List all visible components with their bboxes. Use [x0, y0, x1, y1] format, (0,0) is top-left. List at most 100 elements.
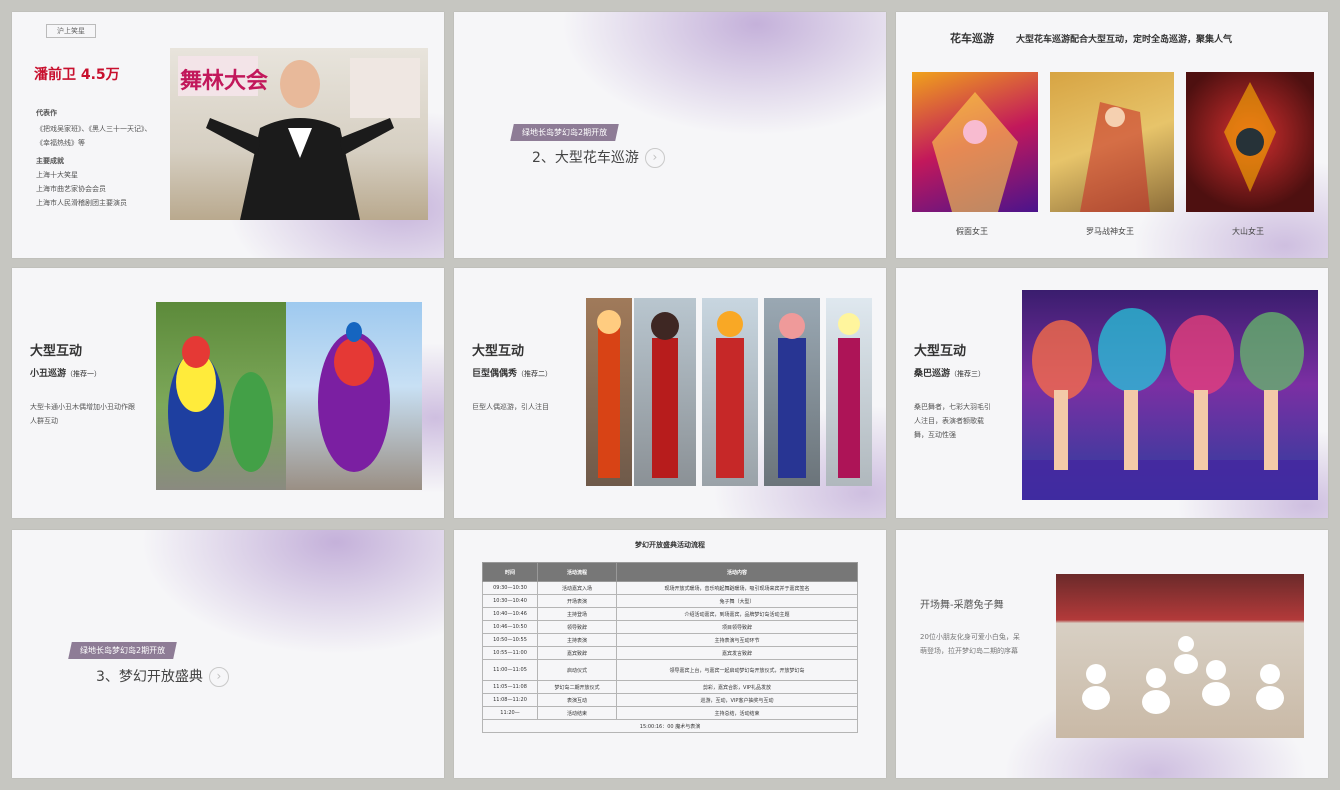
honor-item: 上海市人民滑稽剧团主要演员 [36, 199, 127, 207]
dance-title: 开场舞-采蘑兔子舞 [920, 600, 1004, 611]
works-heading: 代表作 [36, 109, 57, 117]
slide-2-section-float-parade[interactable]: 绿地长岛梦幻岛2期开放 2、大型花车巡游 › [454, 12, 886, 258]
interaction-heading: 大型互动 [914, 344, 967, 359]
process-cell: 活动结束 [537, 706, 617, 720]
column-header: 时间 [482, 562, 538, 582]
process-cell: 梦幻岛二期开放仪式 [537, 680, 617, 694]
chevron-right-icon[interactable]: › [208, 667, 229, 687]
table-row: 10:55—11:00 嘉宾致辞 嘉宾发言致辞 [482, 646, 858, 660]
float-caption: 假面女王 [956, 227, 988, 236]
slide-3-float-parade[interactable]: 花车巡游 大型花车巡游配合大型互动，定时全岛巡游，聚集人气 假面女王 罗马战神女… [896, 12, 1328, 258]
float-photo-masked-queen [912, 72, 1038, 212]
table-row: 10:46—10:50 领导致辞 项目领导致辞 [482, 620, 858, 634]
table-row: 10:30—10:40 开场表演 兔子舞（大型） [482, 594, 858, 608]
content-cell: 嘉宾发言致辞 [616, 646, 858, 660]
puppet-photo [826, 298, 872, 486]
interaction-sub: 巨型偶偶秀（推荐二） [472, 366, 552, 379]
puppet-photo [586, 298, 632, 486]
process-cell: 启动仪式 [537, 659, 617, 681]
works-text: 《把戏吴家班》、《黑人三十一天记》、《幸福热线》等 [36, 125, 152, 147]
recommend-tag: （推荐三） [950, 370, 986, 378]
comedian-photo: 舞林大会 [170, 48, 428, 220]
slide-9-opening-dance[interactable]: 开场舞-采蘑兔子舞 20位小朋友化身可爱小白兔，呆萌登场，拉开梦幻岛二期的序幕 [896, 530, 1328, 778]
section-title: 2、大型花车巡游 › [532, 147, 665, 168]
table-row: 11:05—11:08 梦幻岛二期开放仪式 剪彩，嘉宾合影，VIP礼品发放 [482, 680, 858, 694]
puppet-photo [702, 298, 758, 486]
slide-4-clown-parade[interactable]: 大型互动 小丑巡游（推荐一） 大型卡通小丑木偶增加小丑动作跟人群互动 [12, 268, 444, 518]
time-cell: 11:20— [482, 706, 538, 720]
content-cell: 剪彩，嘉宾合影，VIP礼品发放 [616, 680, 858, 694]
honor-item: 上海市曲艺家协会会员 [36, 185, 106, 193]
float-subtitle: 大型花车巡游配合大型互动，定时全岛巡游，聚集人气 [1016, 35, 1233, 45]
schedule-heading: 梦幻开放盛典活动流程 [635, 541, 705, 549]
float-caption: 罗马战神女王 [1086, 227, 1134, 236]
process-cell: 主持表演 [537, 633, 617, 647]
table-row: 11:00—11:05 启动仪式 领导嘉宾上台，与嘉宾一起启动梦幻岛开放仪式，开放梦… [482, 659, 858, 681]
content-cell: 兔子舞（大型） [616, 594, 858, 608]
time-cell: 10:50—10:55 [482, 633, 538, 647]
interaction-sub: 桑巴巡游（推荐三） [914, 366, 985, 379]
section-badge: 绿地长岛梦幻岛2期开放 [510, 124, 619, 141]
slide-6-samba-parade[interactable]: 大型互动 桑巴巡游（推荐三） 桑巴舞者，七彩大羽毛引人注目，表演者额歌载舞，互动… [896, 268, 1328, 518]
column-header: 活动流程 [537, 562, 617, 582]
interaction-sub-name: 桑巴巡游 [914, 369, 951, 379]
clown-photo-right [286, 302, 422, 490]
column-header: 活动内容 [616, 562, 858, 582]
interaction-sub: 小丑巡游（推荐一） [30, 366, 101, 379]
chevron-right-icon[interactable]: › [644, 148, 665, 168]
float-caption: 大山女王 [1232, 227, 1264, 236]
section-badge: 绿地长岛梦幻岛2期开放 [68, 642, 177, 659]
process-cell: 嘉宾致辞 [537, 646, 617, 660]
recommend-tag: （推荐一） [66, 370, 102, 378]
section-title-text: 3、梦幻开放盛典 [96, 669, 203, 685]
schedule-footer: 15:00:16：00 魔术与表演 [482, 719, 858, 733]
process-cell: 表演互动 [537, 693, 617, 707]
table-row: 11:20— 活动结束 主持总结，活动结束 [482, 706, 858, 720]
time-cell: 11:05—11:08 [482, 680, 538, 694]
slide-8-ceremony-schedule[interactable]: 梦幻开放盛典活动流程 时间 活动流程 活动内容 09:30—10:30 活动嘉宾入… [454, 530, 886, 778]
section-title: 3、梦幻开放盛典 › [96, 666, 229, 687]
dance-desc: 20位小朋友化身可爱小白兔，呆萌登场，拉开梦幻岛二期的序幕 [920, 633, 1020, 655]
float-photo-mountain-queen [1186, 72, 1314, 212]
process-cell: 领导致辞 [537, 620, 617, 634]
content-cell: 介绍活动嘉宾，到场嘉宾，品牌梦幻岛活动主题 [616, 607, 858, 621]
process-cell: 主持登场 [537, 607, 617, 621]
slide-1-comedian[interactable]: 沪上笑星 潘前卫 4.5万 代表作 《把戏吴家班》、《黑人三十一天记》、《幸福热… [12, 12, 444, 258]
recommend-tag: （推荐二） [517, 370, 553, 378]
process-cell: 活动嘉宾入场 [537, 581, 617, 595]
tag-label: 沪上笑星 [46, 24, 96, 38]
float-heading: 花车巡游 [950, 32, 994, 45]
float-photo-roman-war-queen [1050, 72, 1174, 212]
schedule-table: 时间 活动流程 活动内容 09:30—10:30 活动嘉宾入场 现场开放式暖场，音乐… [482, 562, 858, 733]
content-cell: 项目领导致辞 [616, 620, 858, 634]
interaction-desc: 桑巴舞者，七彩大羽毛引人注目，表演者额歌载舞，互动性强 [914, 403, 991, 439]
slide-7-section-opening-ceremony[interactable]: 绿地长岛梦幻岛2期开放 3、梦幻开放盛典 › [12, 530, 444, 778]
interaction-heading: 大型互动 [472, 344, 525, 359]
time-cell: 11:00—11:05 [482, 659, 538, 681]
comedian-name: 潘前卫 4.5万 [34, 67, 120, 83]
table-row: 11:08—11:20 表演互动 巡游，互动，VIP客户抽奖与互动 [482, 693, 858, 707]
time-cell: 09:30—10:30 [482, 581, 538, 595]
samba-photo [1022, 290, 1318, 500]
svg-text:舞林大会: 舞林大会 [180, 68, 268, 94]
interaction-sub-name: 小丑巡游 [30, 369, 67, 379]
section-title-text: 2、大型花车巡游 [532, 150, 639, 166]
time-cell: 10:46—10:50 [482, 620, 538, 634]
honors-heading: 主要成就 [36, 157, 64, 165]
time-cell: 10:55—11:00 [482, 646, 538, 660]
interaction-desc: 巨型人偶巡游，引人注目 [472, 403, 549, 411]
time-cell: 10:30—10:40 [482, 594, 538, 608]
table-row: 10:40—10:46 主持登场 介绍活动嘉宾，到场嘉宾，品牌梦幻岛活动主题 [482, 607, 858, 621]
interaction-heading: 大型互动 [30, 344, 83, 359]
clown-photo-left [156, 302, 286, 490]
time-cell: 11:08—11:20 [482, 693, 538, 707]
bunny-dance-photo [1056, 574, 1304, 738]
table-row: 10:50—10:55 主持表演 主持表演与互动环节 [482, 633, 858, 647]
honor-item: 上海十大笑星 [36, 171, 78, 179]
slide-5-giant-puppet-show[interactable]: 大型互动 巨型偶偶秀（推荐二） 巨型人偶巡游，引人注目 [454, 268, 886, 518]
content-cell: 主持表演与互动环节 [616, 633, 858, 647]
process-cell: 开场表演 [537, 594, 617, 608]
puppet-photo [634, 298, 696, 486]
content-cell: 巡游，互动，VIP客户抽奖与互动 [616, 693, 858, 707]
content-cell: 主持总结，活动结束 [616, 706, 858, 720]
